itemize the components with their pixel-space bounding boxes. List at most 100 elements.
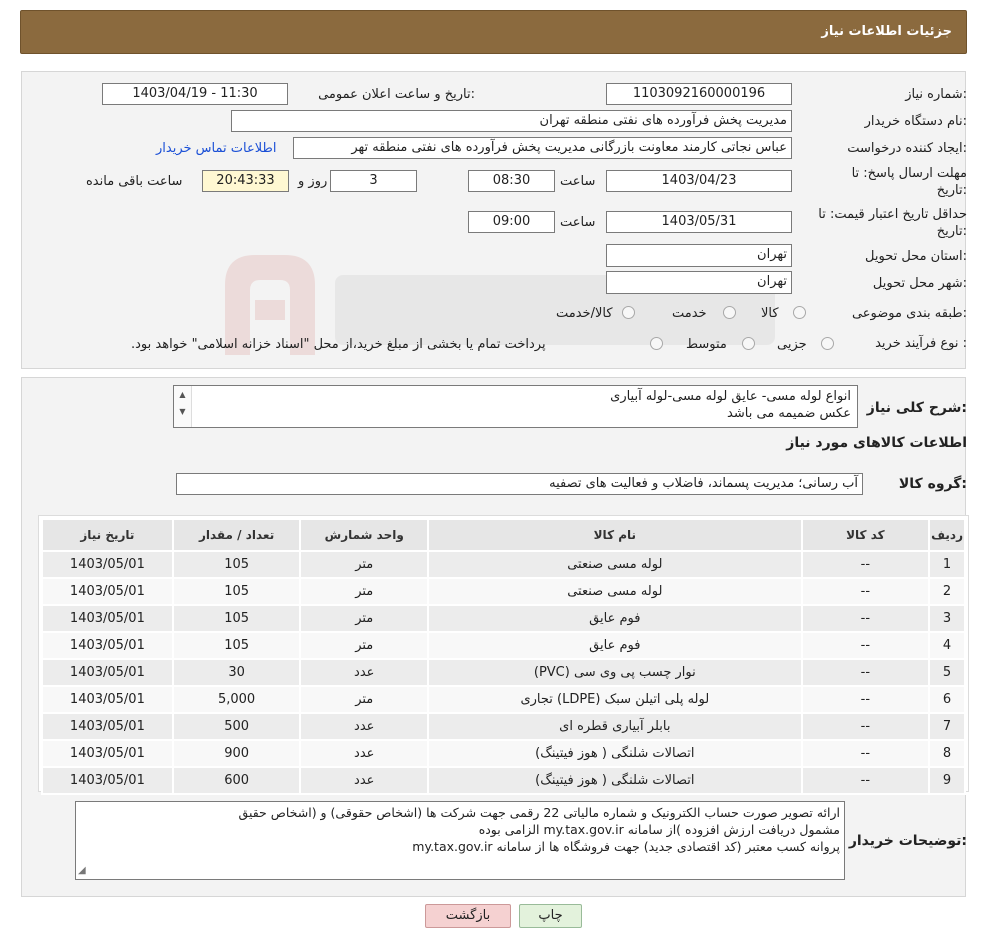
buyer-contact-link[interactable]: اطلاعات تماس خریدار (156, 141, 276, 156)
creator-label: ایجاد کننده درخواست: (847, 141, 967, 156)
category-service-radio[interactable] (723, 306, 736, 319)
table-row: 6 -- لوله پلی اتیلن سبک (LDPE) تجاری متر… (41, 685, 966, 714)
category-goods-service-label: کالا/خدمت (556, 306, 613, 321)
cell-unit: متر (299, 685, 430, 714)
table-row: 5 -- نوار چسب پی وی سی (PVC) عدد 30 1403… (41, 658, 966, 687)
process-label: نوع فرآیند خرید : (875, 336, 967, 351)
back-button[interactable]: بازگشت (425, 904, 511, 928)
cell-date: 1403/05/01 (41, 658, 174, 687)
cell-code: -- (800, 550, 931, 579)
category-service-label: خدمت (672, 306, 707, 321)
cell-unit: متر (299, 604, 430, 633)
need-number-field: 1103092160000196 (606, 83, 792, 105)
need-number-label: شماره نیاز: (905, 87, 967, 102)
remaining-time-field: 20:43:33 (202, 170, 289, 192)
announce-label: تاریخ و ساعت اعلان عمومی: (318, 87, 475, 102)
cell-row: 1 (928, 550, 966, 579)
col-code: کد کالا (800, 518, 931, 552)
cell-name: لوله مسی صنعتی (427, 550, 803, 579)
province-field: تهران (606, 244, 792, 267)
cell-code: -- (800, 712, 931, 741)
process-small-radio[interactable] (821, 337, 834, 350)
cell-code: -- (800, 577, 931, 606)
cell-unit: عدد (299, 712, 430, 741)
buyer-org-label: نام دستگاه خریدار: (864, 114, 967, 129)
cell-row: 4 (928, 631, 966, 660)
category-goods-radio[interactable] (793, 306, 806, 319)
deadline-label: مهلت ارسال پاسخ: تا (851, 166, 967, 181)
days-label: روز و (298, 174, 328, 189)
validity-label: حداقل تاریخ اعتبار قیمت: تا (818, 207, 967, 222)
deadline-label-date: تاریخ: (936, 183, 967, 198)
validity-time-label: ساعت (560, 215, 596, 230)
summary-label: شرح کلی نیاز: (866, 400, 967, 416)
page-title: جزئیات اطلاعات نیاز (821, 24, 952, 39)
col-date: تاریخ نیاز (41, 518, 174, 552)
process-small-label: جزیی (777, 337, 807, 352)
city-label: شهر محل تحویل: (872, 276, 967, 291)
deadline-date-field: 1403/04/23 (606, 170, 792, 192)
cell-unit: عدد (299, 658, 430, 687)
cell-code: -- (800, 766, 931, 795)
remaining-label: ساعت باقی مانده (86, 174, 183, 189)
summary-line-1: انواع لوله مسی- عایق لوله مسی-لوله آبیار… (610, 389, 851, 404)
province-label: استان محل تحویل: (865, 249, 967, 264)
deadline-time-label: ساعت (560, 174, 596, 189)
print-button[interactable]: چاپ (519, 904, 582, 928)
cell-qty: 105 (171, 550, 302, 579)
process-medium-radio[interactable] (742, 337, 755, 350)
summary-line-2: عکس ضمیمه می باشد (727, 406, 851, 421)
resize-handle-icon[interactable]: ◢ (78, 862, 86, 879)
cell-row: 5 (928, 658, 966, 687)
cell-code: -- (800, 739, 931, 768)
col-row: ردیف (928, 518, 966, 552)
cell-name: بابلر آبیاری قطره ای (427, 712, 803, 741)
buyer-notes-textarea[interactable]: ارائه تصویر صورت حساب الکترونیک و شماره … (75, 801, 845, 880)
cell-code: -- (800, 604, 931, 633)
summary-textarea[interactable]: انواع لوله مسی- عایق لوله مسی-لوله آبیار… (173, 385, 858, 428)
cell-date: 1403/05/01 (41, 766, 174, 795)
cell-date: 1403/05/01 (41, 604, 174, 633)
announce-datetime-field: 1403/04/19 - 11:30 (102, 83, 288, 105)
cell-unit: عدد (299, 739, 430, 768)
cell-unit: عدد (299, 766, 430, 795)
cell-date: 1403/05/01 (41, 739, 174, 768)
cell-unit: متر (299, 631, 430, 660)
process-payment-checkbox[interactable] (650, 337, 663, 350)
cell-unit: متر (299, 577, 430, 606)
cell-name: فوم عایق (427, 631, 803, 660)
cell-name: اتصالات شلنگی ( هوز فیتینگ) (427, 766, 803, 795)
category-goods-service-radio[interactable] (622, 306, 635, 319)
col-qty: تعداد / مقدار (171, 518, 302, 552)
cell-date: 1403/05/01 (41, 550, 174, 579)
buyer-notes-line-3: پروانه کسب معتبر (کد اقتصادی جدید) جهت ف… (412, 839, 840, 854)
cell-row: 9 (928, 766, 966, 795)
city-field: تهران (606, 271, 792, 294)
cell-date: 1403/05/01 (41, 712, 174, 741)
cell-row: 6 (928, 685, 966, 714)
category-label: طبقه بندی موضوعی: (851, 306, 967, 321)
cell-code: -- (800, 658, 931, 687)
cell-qty: 900 (171, 739, 302, 768)
table-row: 7 -- بابلر آبیاری قطره ای عدد 500 1403/0… (41, 712, 966, 741)
cell-name: فوم عایق (427, 604, 803, 633)
col-name: نام کالا (427, 518, 803, 552)
buyer-notes-line-1: ارائه تصویر صورت حساب الکترونیک و شماره … (238, 805, 840, 820)
deadline-time-field: 08:30 (468, 170, 555, 192)
table-row: 8 -- اتصالات شلنگی ( هوز فیتینگ) عدد 900… (41, 739, 966, 768)
process-note: پرداخت تمام یا بخشی از مبلغ خرید،از محل … (131, 337, 546, 352)
category-goods-label: کالا (761, 306, 779, 321)
cell-qty: 30 (171, 658, 302, 687)
cell-name: لوله مسی صنعتی (427, 577, 803, 606)
table-row: 3 -- فوم عایق متر 105 1403/05/01 (41, 604, 966, 633)
validity-label-date: تاریخ: (936, 224, 967, 239)
goods-info-title: اطلاعات کالاهای مورد نیاز (786, 435, 967, 451)
days-remaining-field: 3 (330, 170, 417, 192)
cell-name: لوله پلی اتیلن سبک (LDPE) تجاری (427, 685, 803, 714)
creator-field: عباس نجاتی کارمند معاونت بازرگانی مدیریت… (293, 137, 792, 159)
cell-qty: 105 (171, 631, 302, 660)
table-row: 9 -- اتصالات شلنگی ( هوز فیتینگ) عدد 600… (41, 766, 966, 795)
table-header-row: ردیف کد کالا نام کالا واحد شمارش تعداد /… (41, 518, 966, 552)
goods-group-label: گروه کالا: (898, 476, 967, 492)
summary-scrollbar[interactable]: ▲ ▼ (174, 386, 192, 427)
